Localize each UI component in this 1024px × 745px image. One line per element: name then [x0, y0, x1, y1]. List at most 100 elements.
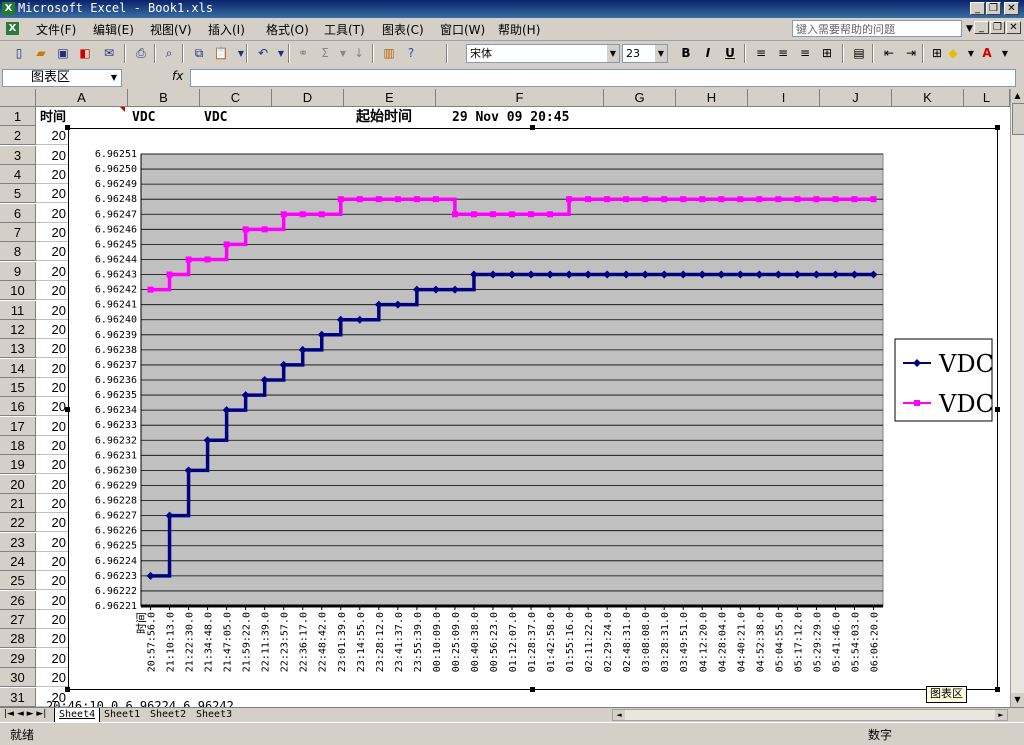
insert-function-icon[interactable]: fx: [172, 69, 183, 83]
row-header-12[interactable]: 12: [0, 320, 36, 339]
cell-c1[interactable]: VDC: [204, 107, 227, 128]
row-header-4[interactable]: 4: [0, 165, 36, 184]
row-header-2[interactable]: 2: [0, 126, 36, 145]
cell-a6[interactable]: 20: [36, 204, 68, 223]
cell-a25[interactable]: 20: [36, 571, 68, 590]
cell-a30[interactable]: 20: [36, 668, 68, 687]
cell-a9[interactable]: 20: [36, 262, 68, 281]
menu-chart[interactable]: 图表(C): [382, 21, 424, 38]
menu-help[interactable]: 帮助(H): [498, 21, 540, 38]
row-header-28[interactable]: 28: [0, 629, 36, 648]
restore-button[interactable]: ❐: [986, 2, 1001, 15]
permission-icon[interactable]: ◧: [76, 45, 94, 62]
cell-a29[interactable]: 20: [36, 649, 68, 668]
cell-a10[interactable]: 20: [36, 281, 68, 300]
font-name-combo[interactable]: 宋体 ▼: [466, 44, 620, 63]
series-2-point[interactable]: [794, 196, 800, 202]
series-2-point[interactable]: [680, 196, 686, 202]
column-header-j[interactable]: J: [820, 89, 892, 107]
series-2-point[interactable]: [661, 196, 667, 202]
resize-handle[interactable]: [65, 407, 70, 412]
column-header-g[interactable]: G: [604, 89, 676, 107]
column-header-h[interactable]: H: [676, 89, 748, 107]
fill-color-icon[interactable]: ◆: [944, 45, 962, 62]
cell-a13[interactable]: 20: [36, 339, 68, 358]
series-2-point[interactable]: [604, 196, 610, 202]
cell-a20[interactable]: 20: [36, 475, 68, 494]
resize-handle[interactable]: [995, 125, 1000, 130]
chart-area[interactable]: 6.962516.962506.962496.962486.962476.962…: [68, 128, 998, 690]
undo-icon[interactable]: ↶: [254, 45, 272, 62]
row-header-16[interactable]: 16: [0, 397, 36, 416]
horizontal-scrollbar[interactable]: ◄ ►: [612, 709, 1008, 721]
series-2-point[interactable]: [509, 211, 515, 217]
series-2-point[interactable]: [395, 196, 401, 202]
cell-a17[interactable]: 20: [36, 417, 68, 436]
row-header-31[interactable]: 31: [0, 688, 36, 707]
cell-a11[interactable]: 20: [36, 301, 68, 320]
row-header-13[interactable]: 13: [0, 339, 36, 358]
series-2-point[interactable]: [433, 196, 439, 202]
row-header-14[interactable]: 14: [0, 359, 36, 378]
series-2-point[interactable]: [357, 196, 363, 202]
series-2-point[interactable]: [490, 211, 496, 217]
series-2-point[interactable]: [452, 211, 458, 217]
row-header-30[interactable]: 30: [0, 668, 36, 687]
cell-a18[interactable]: 20: [36, 436, 68, 455]
font-size-dropdown-icon[interactable]: ▼: [655, 45, 667, 62]
cell-a14[interactable]: 20: [36, 359, 68, 378]
series-2-point[interactable]: [148, 287, 154, 293]
series-2-point[interactable]: [205, 256, 211, 262]
series-2-point[interactable]: [870, 196, 876, 202]
series-2-point[interactable]: [718, 196, 724, 202]
series-2-point[interactable]: [585, 196, 591, 202]
doc-restore-button[interactable]: ❐: [990, 21, 1005, 34]
row-header-17[interactable]: 17: [0, 417, 36, 436]
cell-a8[interactable]: 20: [36, 242, 68, 261]
scroll-down-icon[interactable]: ▼: [1011, 693, 1024, 707]
copy-icon[interactable]: ⧉: [190, 45, 208, 62]
series-2-point[interactable]: [642, 196, 648, 202]
series-2-point[interactable]: [376, 196, 382, 202]
row-header-21[interactable]: 21: [0, 494, 36, 513]
series-2-point[interactable]: [281, 211, 287, 217]
tab-sheet1[interactable]: Sheet1: [100, 708, 144, 722]
name-box-dropdown-icon[interactable]: ▼: [111, 70, 117, 86]
column-header-a[interactable]: A: [36, 89, 128, 107]
row-header-9[interactable]: 9: [0, 262, 36, 281]
row-header-29[interactable]: 29: [0, 649, 36, 668]
increase-indent-icon[interactable]: ⇥: [902, 45, 920, 62]
doc-minimize-button[interactable]: _: [974, 21, 989, 34]
series-2-point[interactable]: [471, 211, 477, 217]
series-2-point[interactable]: [737, 196, 743, 202]
series-2-point[interactable]: [262, 226, 268, 232]
row-header-1[interactable]: 1: [0, 107, 36, 126]
row-header-27[interactable]: 27: [0, 610, 36, 629]
series-2-point[interactable]: [167, 272, 173, 278]
help-icon[interactable]: ?: [402, 45, 420, 62]
resize-handle[interactable]: [65, 125, 70, 130]
select-all-corner[interactable]: [0, 89, 36, 107]
vertical-scroll-thumb[interactable]: [1012, 103, 1024, 135]
email-icon[interactable]: ✉: [100, 45, 118, 62]
cell-a23[interactable]: 20: [36, 533, 68, 552]
series-2-point[interactable]: [547, 211, 553, 217]
formula-input[interactable]: [190, 69, 1016, 87]
font-size-combo[interactable]: 23 ▼: [622, 44, 668, 63]
series-2-point[interactable]: [566, 196, 572, 202]
decrease-indent-icon[interactable]: ⇤: [880, 45, 898, 62]
series-2-point[interactable]: [186, 256, 192, 262]
help-dropdown-icon[interactable]: ▼: [966, 24, 973, 34]
column-header-c[interactable]: C: [200, 89, 272, 107]
column-header-l[interactable]: L: [964, 89, 1010, 107]
cell-a22[interactable]: 20: [36, 513, 68, 532]
row-header-20[interactable]: 20: [0, 475, 36, 494]
resize-handle[interactable]: [530, 687, 535, 692]
cell-a2[interactable]: 20: [36, 126, 68, 145]
row-header-8[interactable]: 8: [0, 242, 36, 261]
italic-button[interactable]: I: [699, 45, 717, 62]
cell-a19[interactable]: 20: [36, 455, 68, 474]
paste-icon[interactable]: 📋: [212, 45, 230, 62]
cell-e1[interactable]: 起始时间: [356, 107, 412, 130]
series-2-point[interactable]: [224, 241, 230, 247]
